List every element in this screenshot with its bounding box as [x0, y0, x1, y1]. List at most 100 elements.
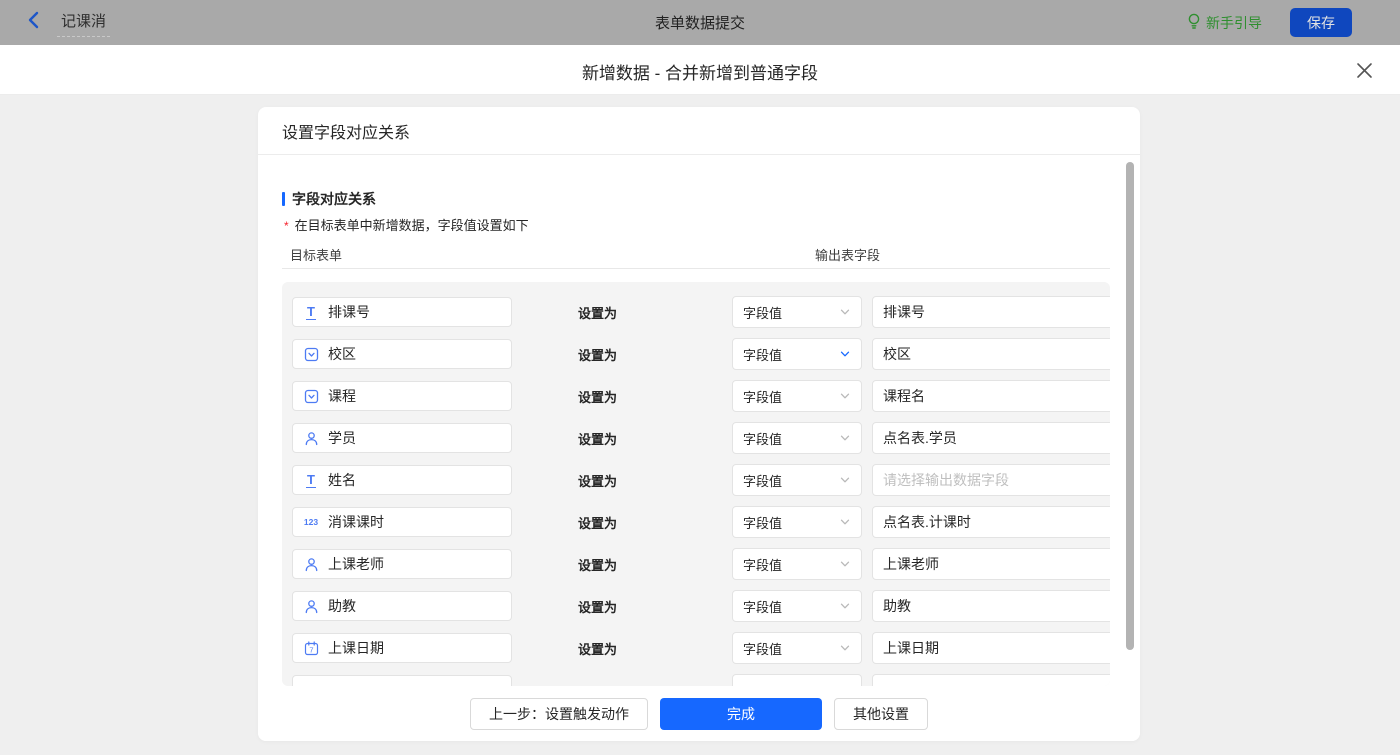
output-field-select[interactable]: 课程名 [872, 380, 1110, 412]
target-field-label: 助教 [328, 596, 356, 616]
field-mapping-row: 123消课课时设置为字段值点名表.计课时 [292, 506, 1100, 538]
target-field-label: 排课号 [328, 302, 370, 322]
output-field-select[interactable]: 上课老师 [872, 548, 1110, 580]
output-field-select[interactable]: 上课日期 [872, 632, 1110, 664]
output-field-select[interactable]: 排课号 [872, 296, 1110, 328]
output-field-select-value: 校区 [883, 344, 1110, 364]
select-field-icon [303, 388, 319, 404]
target-field-box [292, 675, 512, 686]
target-field-label: 上课老师 [328, 554, 384, 574]
modal-title: 新增数据 - 合并新增到普通字段 [0, 59, 1400, 84]
column-header-target-form: 目标表单 [290, 245, 342, 264]
output-field-select[interactable]: 点名表.计课时 [872, 506, 1110, 538]
method-select-value: 字段值 [743, 597, 839, 616]
column-header-output-field: 输出表字段 [815, 245, 880, 264]
columns-divider [282, 268, 1110, 269]
flow-name-label[interactable]: 记课消 [57, 8, 110, 37]
method-select[interactable]: 字段值 [732, 548, 862, 580]
other-settings-button[interactable]: 其他设置 [834, 698, 928, 730]
required-asterisk: * [284, 219, 289, 233]
svg-text:7: 7 [309, 645, 313, 654]
chevron-down-icon [839, 348, 851, 360]
chevron-down-icon [839, 474, 851, 486]
method-select[interactable]: 字段值 [732, 422, 862, 454]
number-field-icon: 123 [303, 514, 319, 530]
output-field-select-value: 助教 [883, 596, 1110, 616]
target-field-label: 姓名 [328, 470, 356, 490]
output-field-select[interactable]: 校区 [872, 338, 1110, 370]
field-mapping-row: 助教设置为字段值助教 [292, 590, 1100, 622]
chevron-down-icon [839, 432, 851, 444]
close-icon[interactable] [1352, 58, 1376, 82]
field-mapping-row: T姓名设置为字段值请选择输出数据字段 [292, 464, 1100, 496]
card-header-title: 设置字段对应关系 [258, 107, 1140, 155]
output-field-select-value: 上课日期 [883, 638, 1110, 658]
previous-step-button[interactable]: 上一步：设置触发动作 [470, 698, 648, 730]
card-footer: 上一步：设置触发动作 完成 其他设置 [258, 686, 1140, 741]
method-select[interactable]: 字段值 [732, 338, 862, 370]
field-mapping-row: 7上课日期设置为字段值上课日期 [292, 632, 1100, 664]
method-select[interactable]: 字段值 [732, 632, 862, 664]
chevron-down-icon [839, 390, 851, 402]
back-button[interactable] [26, 11, 41, 34]
target-field-label: 校区 [328, 344, 356, 364]
beginner-guide-link[interactable]: 新手引导 [1187, 13, 1262, 33]
method-select-value: 字段值 [743, 429, 839, 448]
set-as-label: 设置为 [578, 597, 668, 616]
back-chevron-icon [26, 11, 41, 34]
section-title: 字段对应关系 [282, 189, 376, 209]
set-as-label: 设置为 [578, 429, 668, 448]
person-field-icon [303, 430, 319, 446]
field-mapping-row: T排课号设置为字段值排课号 [292, 296, 1100, 328]
target-field-box: T姓名 [292, 465, 512, 495]
output-field-select[interactable]: 请选择输出数据字段 [872, 464, 1110, 496]
set-as-label: 设置为 [578, 345, 668, 364]
modal-header: 新增数据 - 合并新增到普通字段 [0, 45, 1400, 95]
method-select-value: 字段值 [743, 387, 839, 406]
calendar-field-icon: 7 [303, 640, 319, 656]
chevron-down-icon [839, 600, 851, 612]
target-field-box: 123 消课课时 [292, 507, 512, 537]
method-select-value: 字段值 [743, 345, 839, 364]
method-select[interactable]: 字段值 [732, 296, 862, 328]
chevron-down-icon [839, 642, 851, 654]
method-select[interactable]: 字段值 [732, 506, 862, 538]
target-field-label: 消课课时 [328, 512, 384, 532]
method-select[interactable]: 字段值 [732, 590, 862, 622]
chevron-down-icon [839, 516, 851, 528]
output-field-select-value: 排课号 [883, 302, 1110, 322]
set-as-label: 设置为 [578, 303, 668, 322]
method-select[interactable]: 字段值 [732, 464, 862, 496]
field-mapping-rows-panel: T排课号设置为字段值排课号校区设置为字段值校区课程设置为字段值课程名学员设置为字… [282, 282, 1110, 686]
text-field-icon: T [303, 304, 319, 320]
field-mapping-card: 设置字段对应关系 字段对应关系 * 在目标表单中新增数据，字段值设置如下 目标表单… [258, 107, 1140, 741]
target-field-label: 学员 [328, 428, 356, 448]
method-select[interactable] [732, 674, 862, 686]
lightbulb-icon [1187, 13, 1201, 33]
chevron-down-icon [839, 306, 851, 318]
done-button[interactable]: 完成 [660, 698, 822, 730]
method-select[interactable]: 字段值 [732, 380, 862, 412]
modal-body: 设置字段对应关系 字段对应关系 * 在目标表单中新增数据，字段值设置如下 目标表单… [0, 96, 1400, 755]
required-note-text: 在目标表单中新增数据，字段值设置如下 [295, 218, 529, 233]
target-field-box: 上课老师 [292, 549, 512, 579]
section-title-text: 字段对应关系 [292, 189, 376, 209]
target-field-box: 学员 [292, 423, 512, 453]
set-as-label: 设置为 [578, 471, 668, 490]
vertical-scrollbar-thumb[interactable] [1126, 162, 1134, 650]
field-mapping-row: 上课老师设置为字段值上课老师 [292, 548, 1100, 580]
output-field-select[interactable]: 点名表.学员 [872, 422, 1110, 454]
output-field-select[interactable] [872, 674, 1110, 686]
output-field-select[interactable]: 助教 [872, 590, 1110, 622]
target-field-box: 助教 [292, 591, 512, 621]
set-as-label: 设置为 [578, 639, 668, 658]
output-field-select-value: 上课老师 [883, 554, 1110, 574]
save-button[interactable]: 保存 [1290, 8, 1352, 37]
guide-label: 新手引导 [1206, 13, 1262, 33]
method-select-value: 字段值 [743, 303, 839, 322]
output-field-select-value: 课程名 [883, 386, 1110, 406]
set-as-label: 设置为 [578, 555, 668, 574]
field-mapping-row: 学员设置为字段值点名表.学员 [292, 422, 1100, 454]
field-mapping-row: 课程设置为字段值课程名 [292, 380, 1100, 412]
topbar: 表单数据提交 记课消 新手引导 保存 [0, 0, 1400, 45]
